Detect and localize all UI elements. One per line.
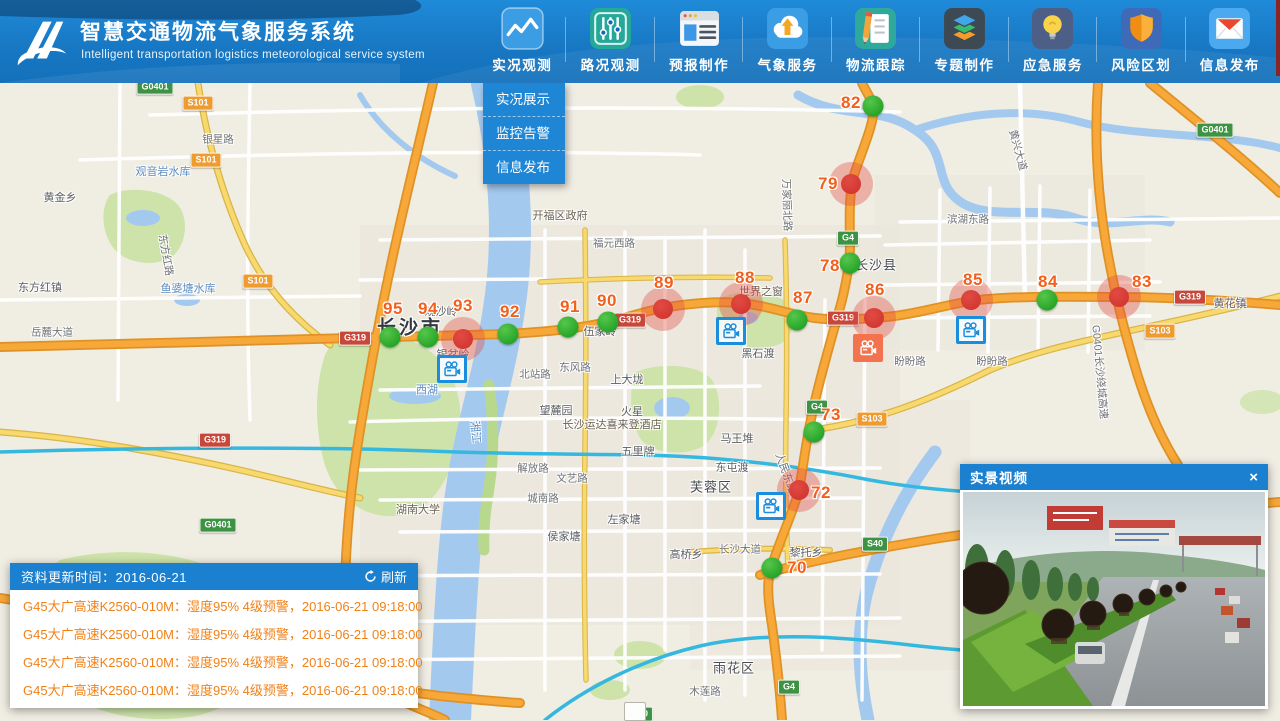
nav-item-road-condition[interactable]: 路况观测 [566,0,654,83]
nav-item-logistics-tracking[interactable]: 物流跟踪 [832,0,920,83]
camera-icon[interactable] [853,334,883,362]
station-marker-73[interactable] [804,422,825,443]
nav-label: 专题制作 [934,54,994,74]
nav-label: 实况观测 [492,54,552,74]
app-subtitle: Intelligent transportation logistics met… [81,49,425,61]
camera-icon[interactable] [956,316,986,344]
logistics-tracking-icon [853,6,898,51]
nav-label: 气象服务 [758,54,818,74]
nav-item-forecast-making[interactable]: 预报制作 [655,0,743,83]
nav-label: 路况观测 [581,54,641,74]
camera-icon[interactable] [716,317,746,345]
map-control[interactable] [624,702,646,721]
emergency-service-icon [1030,6,1075,51]
submenu-item-live-display[interactable]: 实况展示 [483,83,565,116]
station-marker-87[interactable] [787,310,808,331]
alert-list: G45大广高速K2560-010M：湿度95% 4级预警，2016-06-21 … [10,590,418,705]
station-marker-70[interactable] [762,558,783,579]
nav-label: 物流跟踪 [846,54,906,74]
station-marker-95[interactable] [380,327,401,348]
close-icon[interactable]: × [1249,470,1258,485]
refresh-label: 刷新 [381,567,407,586]
nav-label: 预报制作 [669,54,729,74]
station-marker-84[interactable] [1037,290,1058,311]
data-update-time: 资料更新时间：2016-06-21 [21,567,364,586]
station-marker-94[interactable] [418,327,439,348]
camera-icon[interactable] [437,355,467,383]
live-video-panel: 实景视频 × [960,464,1268,709]
station-marker-72[interactable] [789,480,809,500]
station-marker-82[interactable] [863,96,884,117]
station-marker-90[interactable] [598,312,619,333]
video-frame [963,492,1265,706]
road-video-still [963,492,1265,706]
refresh-icon [364,570,377,583]
submenu-item-monitor-alarm[interactable]: 监控告警 [483,116,565,150]
alert-row[interactable]: G45大广高速K2560-010M：湿度95% 4级预警，2016-06-21 … [10,593,418,621]
station-marker-91[interactable] [558,317,579,338]
nav-label: 信息发布 [1200,54,1260,74]
main-nav: 实况观测 路况观测 [478,0,1274,83]
video-panel-header: 实景视频 × [960,464,1268,490]
nav-item-risk-zoning[interactable]: 风险区划 [1097,0,1185,83]
alert-row[interactable]: G45大广高速K2560-010M：湿度95% 4级预警，2016-06-21 … [10,621,418,649]
refresh-button[interactable]: 刷新 [364,567,407,586]
weather-service-icon [765,6,810,51]
nav-item-thematic-production[interactable]: 专题制作 [920,0,1008,83]
station-marker-85[interactable] [961,290,981,310]
station-marker-78[interactable] [840,253,861,274]
alert-panel: 资料更新时间：2016-06-21 刷新 G45大广高速K2560-010M：湿… [10,563,418,708]
station-marker-86[interactable] [864,308,884,328]
thematic-production-icon [942,6,987,51]
app-header: 智慧交通物流气象服务系统 Intelligent transportation … [0,0,1280,83]
header-edge-accent [1276,0,1280,76]
road-condition-icon [588,6,633,51]
nav-label: 应急服务 [1023,54,1083,74]
alert-panel-header: 资料更新时间：2016-06-21 刷新 [10,563,418,590]
app-title: 智慧交通物流气象服务系统 [80,16,356,46]
forecast-making-icon [677,6,722,51]
alert-row[interactable]: G45大广高速K2560-010M：湿度95% 4级预警，2016-06-21 … [10,649,418,677]
live-observation-icon [500,6,545,51]
station-marker-88[interactable] [731,294,751,314]
nav-item-info-release[interactable]: 信息发布 [1186,0,1274,83]
live-observation-submenu: 实况展示 监控告警 信息发布 [483,83,565,184]
station-marker-79[interactable] [841,174,861,194]
station-marker-93[interactable] [453,329,473,349]
video-panel-title: 实景视频 [970,467,1249,487]
nav-item-emergency-service[interactable]: 应急服务 [1009,0,1097,83]
station-marker-89[interactable] [653,299,673,319]
camera-icon[interactable] [756,492,786,520]
station-marker-83[interactable] [1109,287,1129,307]
risk-zoning-icon [1119,6,1164,51]
nav-item-weather-service[interactable]: 气象服务 [743,0,831,83]
submenu-item-info-release[interactable]: 信息发布 [483,150,565,184]
app-logo-icon [10,8,72,74]
nav-label: 风险区划 [1111,54,1171,74]
station-marker-92[interactable] [498,324,519,345]
alert-row[interactable]: G45大广高速K2560-010M：湿度95% 4级预警，2016-06-21 … [10,677,418,705]
nav-item-live-observation[interactable]: 实况观测 [478,0,566,83]
info-release-icon [1207,6,1252,51]
